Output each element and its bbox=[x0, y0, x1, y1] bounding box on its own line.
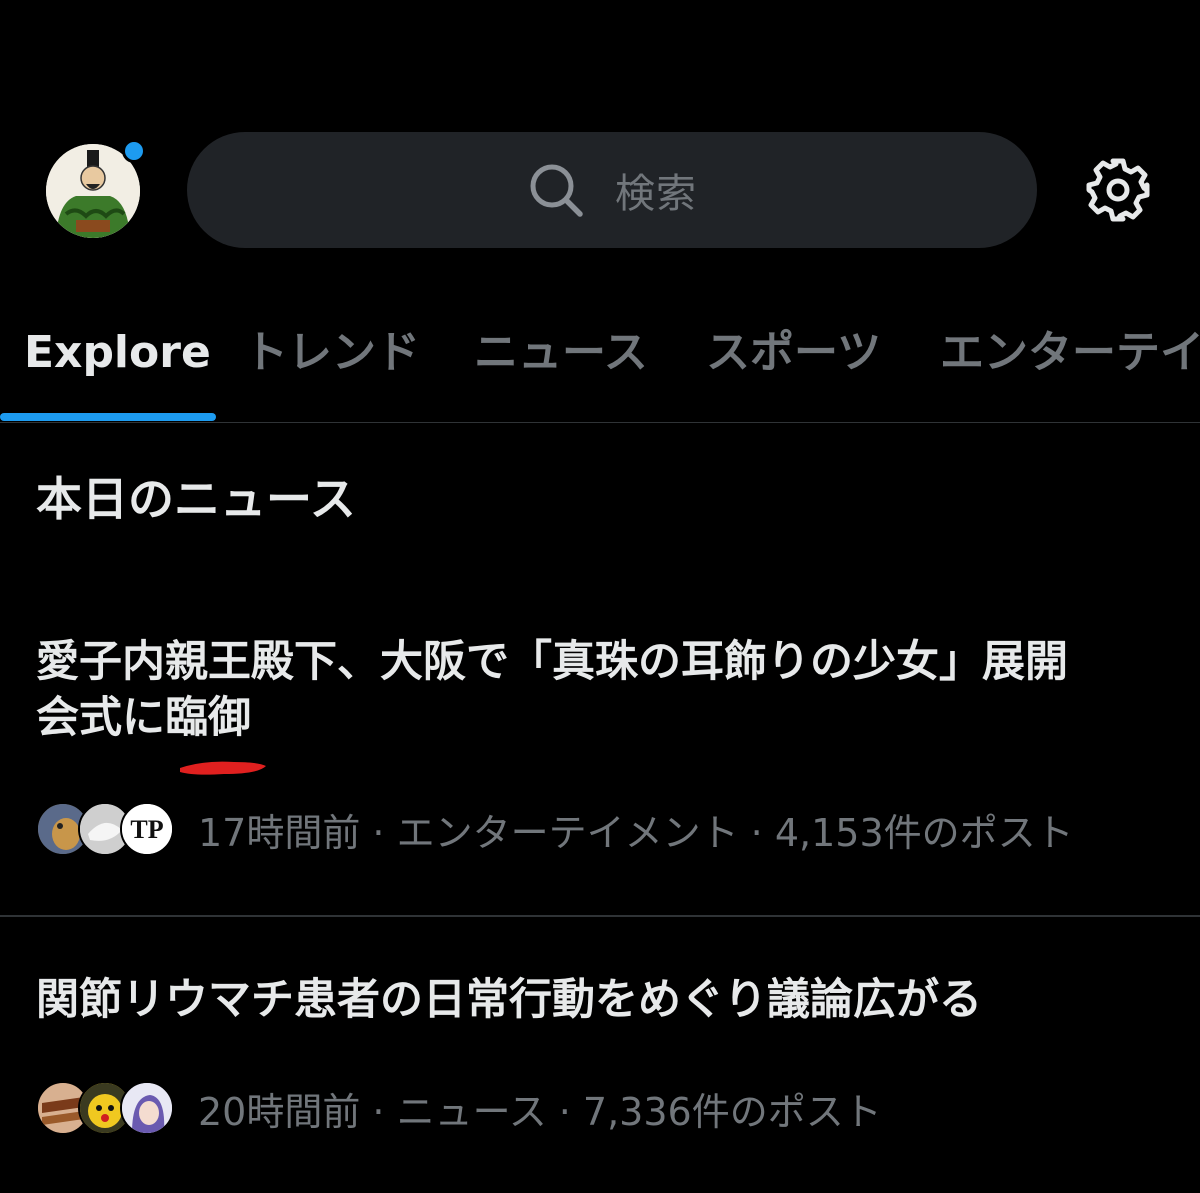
avatar-stack bbox=[36, 1079, 174, 1137]
publisher-logo-icon: TP bbox=[120, 802, 174, 856]
tab-news[interactable]: ニュース bbox=[474, 325, 648, 381]
news-headline-line: 会式に臨御 bbox=[36, 693, 251, 743]
active-tab-indicator bbox=[0, 413, 216, 421]
section-title: 本日のニュース bbox=[36, 472, 356, 526]
svg-text:TP: TP bbox=[130, 815, 163, 844]
user-avatar-icon bbox=[120, 1081, 174, 1135]
news-meta: 20時間前 · ニュース · 7,336件のポスト bbox=[198, 1089, 882, 1134]
news-headline: 関節リウマチ患者の日常行動をめぐり議論広がる bbox=[36, 975, 982, 1025]
news-item[interactable]: 関節リウマチ患者の日常行動をめぐり議論広がる 20時間前 · ニュース · 7,… bbox=[0, 917, 1200, 1193]
news-headline-line: 愛子内親王殿下、大阪で「真珠の耳飾りの少女」展開 bbox=[36, 637, 1068, 687]
news-meta-row: 20時間前 · ニュース · 7,336件のポスト bbox=[36, 1079, 882, 1137]
tab-explore[interactable]: Explore bbox=[24, 325, 211, 381]
tab-sports[interactable]: スポーツ bbox=[706, 325, 881, 381]
explore-tabs: Explore トレンド ニュース スポーツ エンターテイ bbox=[0, 300, 1200, 423]
avatar-stack: TP bbox=[36, 800, 174, 858]
tab-entertainment[interactable]: エンターテイ bbox=[940, 325, 1200, 381]
search-placeholder: 検索 bbox=[615, 171, 697, 217]
search-icon bbox=[530, 164, 583, 217]
news-meta: 17時間前 · エンターテイメント · 4,153件のポスト bbox=[198, 810, 1074, 855]
notification-dot bbox=[122, 139, 146, 163]
red-annotation-underline bbox=[180, 761, 266, 775]
news-headline: 愛子内親王殿下、大阪で「真珠の耳飾りの少女」展開 会式に臨御 bbox=[36, 634, 1166, 746]
news-meta-row: TP 17時間前 · エンターテイメント · 4,153件のポスト bbox=[36, 800, 1074, 858]
search-bar[interactable]: 検索 bbox=[187, 132, 1037, 248]
tab-trends[interactable]: トレンド bbox=[244, 325, 420, 381]
gear-icon[interactable] bbox=[1085, 157, 1151, 223]
